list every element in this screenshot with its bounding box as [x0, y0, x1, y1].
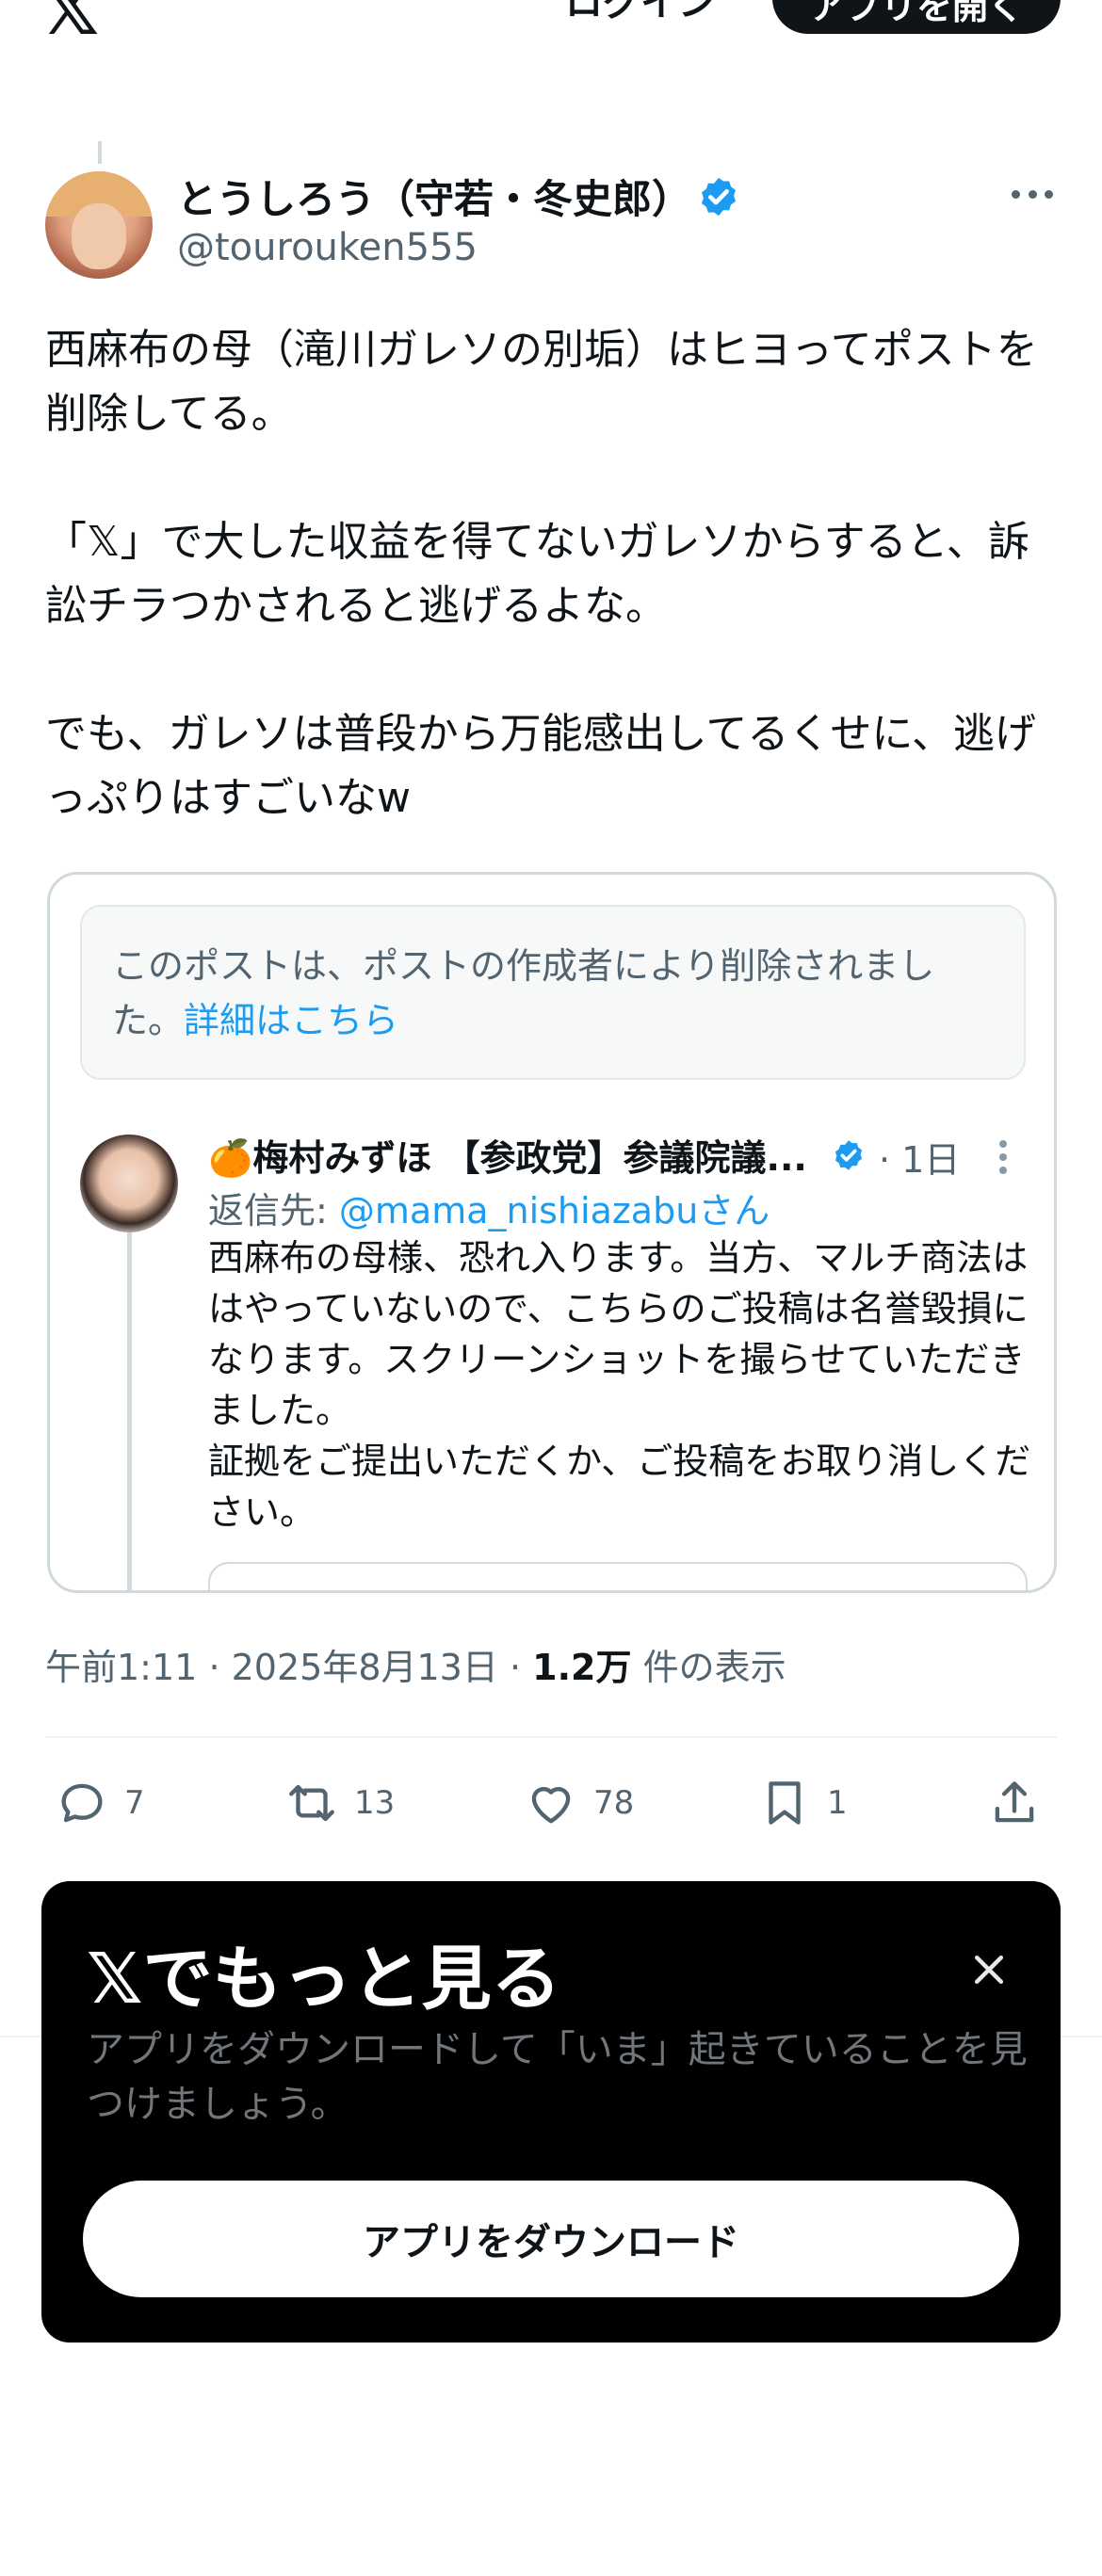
x-logo-icon[interactable]: 𝕏	[41, 0, 99, 45]
app-promo-sheet: 𝕏でもっと見る アプリをダウンロードして「いま」起きていることを見つけましょう。…	[41, 1881, 1061, 2343]
reply-icon	[61, 1783, 103, 1823]
verified-badge-icon	[701, 177, 737, 217]
close-icon[interactable]	[968, 1949, 1010, 1990]
reply-button[interactable]: 7	[55, 1770, 145, 1836]
like-button[interactable]: 78	[524, 1770, 634, 1836]
bookmark-count: 1	[827, 1784, 848, 1822]
open-app-button[interactable]: アプリを開く	[772, 0, 1061, 34]
deleted-post-notice: このポストは、ポストの作成者により削除されました。詳細はこちら	[80, 905, 1026, 1080]
avatar-face	[72, 203, 126, 269]
author-name[interactable]: とうしろう（守若・冬史郎）	[177, 168, 691, 225]
author-avatar[interactable]	[45, 171, 153, 279]
heart-icon	[531, 1787, 571, 1824]
top-bar: 𝕏 ログイン アプリを開く	[0, 0, 1102, 56]
bookmark-icon	[769, 1781, 801, 1825]
post-date[interactable]: 2025年8月13日	[232, 1647, 498, 1688]
repost-count: 13	[354, 1784, 396, 1822]
inner-reply-to: 返信先: @mama_nishiazabuさん	[208, 1182, 770, 1233]
repost-button[interactable]: 13	[284, 1770, 395, 1836]
views-label: 件の表示	[642, 1647, 786, 1688]
meta-separator: ·	[509, 1647, 522, 1688]
author-handle[interactable]: @tourouken555	[177, 226, 478, 269]
post-text: 西麻布の母（滝川ガレソの別垢）はヒヨってポストを削除してる。 「𝕏」で大した収益…	[45, 326, 1038, 822]
post-time[interactable]: 午前1:11	[45, 1647, 197, 1688]
login-link[interactable]: ログイン	[565, 0, 716, 26]
inner-thread-line	[127, 1185, 132, 1590]
inner-author-name: 🍊梅村みずほ 【参政党】参議院議...	[208, 1137, 807, 1179]
inner-author-avatar	[80, 1135, 178, 1232]
post-meta: 午前1:11 · 2025年8月13日 · 1.2万 件の表示	[45, 1638, 786, 1690]
inner-more-icon	[999, 1140, 1009, 1174]
download-app-button[interactable]: アプリをダウンロード	[83, 2181, 1019, 2297]
details-link[interactable]: 詳細はこちら	[184, 1000, 398, 1041]
promo-subtitle: アプリをダウンロードして「いま」起きていることを見つけましょう。	[87, 2028, 1028, 2126]
repost-icon	[289, 1784, 334, 1822]
more-options-icon[interactable]	[1012, 185, 1053, 203]
like-count: 78	[593, 1784, 635, 1822]
reply-prefix: 返信先:	[208, 1190, 339, 1232]
action-bar: 7 13 78 1	[45, 1770, 1057, 1836]
reply-count: 7	[124, 1784, 145, 1822]
thread-connector	[98, 141, 102, 164]
bookmark-button[interactable]: 1	[757, 1770, 848, 1836]
inner-post-text: 西麻布の母様、恐れ入ります。当方、マルチ商法ははやっていないので、こちらのご投稿…	[208, 1237, 1031, 1533]
promo-title: 𝕏でもっと見る	[87, 1939, 561, 2020]
meta-separator: ·	[208, 1647, 220, 1688]
inner-next-card	[208, 1562, 1028, 1590]
inner-post-time: · 1日	[879, 1139, 961, 1181]
divider	[45, 1736, 1057, 1738]
reply-mention: @mama_nishiazabuさん	[338, 1190, 770, 1232]
views-count: 1.2万	[532, 1647, 632, 1688]
share-icon	[995, 1781, 1034, 1823]
share-button[interactable]	[987, 1770, 1042, 1836]
embedded-screenshot[interactable]: このポストは、ポストの作成者により削除されました。詳細はこちら 🍊梅村みずほ 【…	[47, 872, 1057, 1593]
inner-verified-badge-icon	[835, 1140, 863, 1170]
